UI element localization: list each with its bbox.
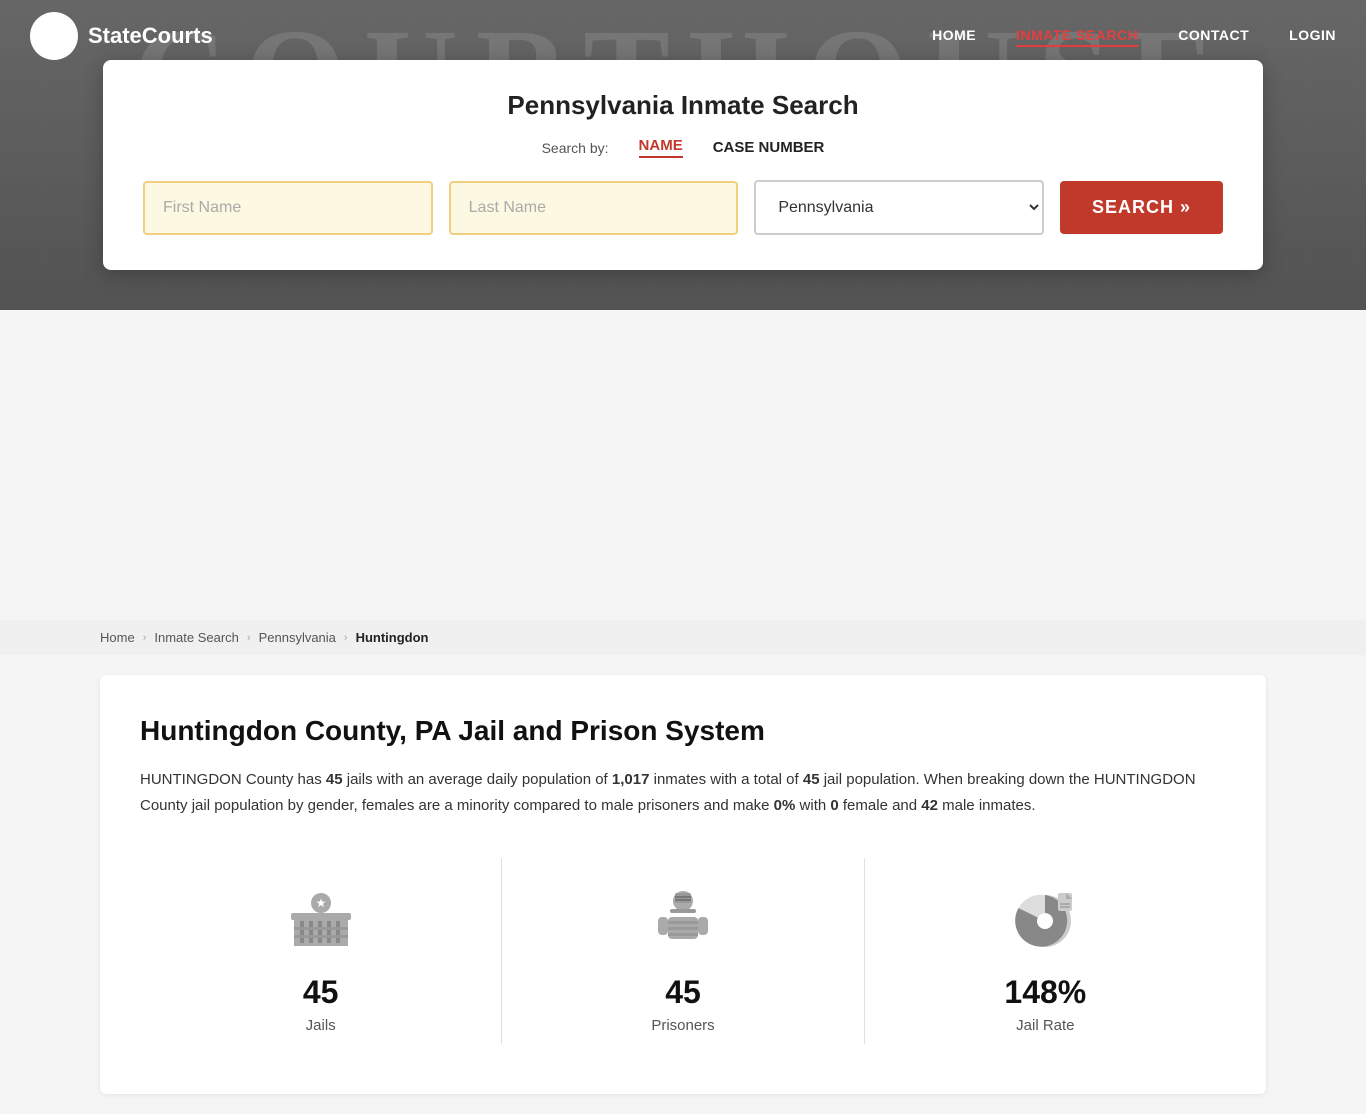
stats-row: ★ 45 Jails [140, 858, 1226, 1044]
site-logo[interactable]: 🏛 StateCourts [30, 12, 213, 60]
chevron-icon-2: › [247, 632, 251, 644]
desc-male-count: 42 [921, 797, 938, 814]
prisoners-svg-icon [648, 883, 718, 953]
header: COURTHOUSE 🏛 StateCourts HOME INMATE SEA… [0, 0, 1366, 310]
nav-home[interactable]: HOME [932, 27, 976, 43]
stat-jail-rate: 148% Jail Rate [865, 858, 1226, 1044]
breadcrumb-inmate-search[interactable]: Inmate Search [154, 630, 239, 645]
jail-rate-icon [1005, 878, 1085, 958]
desc-female-count: 0 [830, 797, 838, 814]
main-content: Huntingdon County, PA Jail and Prison Sy… [100, 675, 1266, 1094]
desc-female-pct: 0% [774, 797, 796, 814]
desc-total-jails: 45 [803, 771, 820, 788]
jails-svg-icon: ★ [286, 883, 356, 953]
jail-rate-number: 148% [1004, 974, 1086, 1011]
desc-before-jails: HUNTINGDON County has [140, 771, 326, 788]
svg-text:★: ★ [315, 896, 326, 910]
search-button[interactable]: SEARCH » [1060, 181, 1223, 234]
stat-jails: ★ 45 Jails [140, 858, 502, 1044]
search-card: Pennsylvania Inmate Search Search by: NA… [103, 60, 1263, 270]
desc-avg-population: 1,017 [612, 771, 650, 788]
nav-login[interactable]: LOGIN [1289, 27, 1336, 43]
stat-prisoners: 45 Prisoners [502, 858, 864, 1044]
breadcrumb-pennsylvania[interactable]: Pennsylvania [259, 630, 336, 645]
search-card-title: Pennsylvania Inmate Search [143, 90, 1223, 121]
desc-after-male: male inmates. [938, 797, 1036, 814]
jails-label: Jails [306, 1017, 336, 1034]
first-name-input[interactable] [143, 181, 433, 235]
breadcrumb-home[interactable]: Home [100, 630, 135, 645]
jail-rate-svg-icon [1010, 883, 1080, 953]
jail-rate-label: Jail Rate [1016, 1017, 1074, 1034]
logo-text: StateCourts [88, 23, 213, 49]
search-by-label: Search by: [542, 140, 609, 156]
logo-icon: 🏛 [30, 12, 78, 60]
search-form: Pennsylvania Alabama Alaska Arizona Arka… [143, 180, 1223, 235]
prisoners-label: Prisoners [651, 1017, 714, 1034]
last-name-input[interactable] [449, 181, 739, 235]
search-tabs: Search by: NAME CASE NUMBER [143, 137, 1223, 158]
prisoners-number: 45 [665, 974, 701, 1011]
chevron-icon-1: › [143, 632, 147, 644]
desc-after-jails: jails with an average daily population o… [343, 771, 612, 788]
county-title: Huntingdon County, PA Jail and Prison Sy… [140, 715, 1226, 747]
nav-contact[interactable]: CONTACT [1178, 27, 1249, 43]
nav-menu: HOME INMATE SEARCH CONTACT LOGIN [932, 27, 1336, 45]
tab-name[interactable]: NAME [639, 137, 683, 158]
desc-after-female-pct: with [795, 797, 830, 814]
jails-icon: ★ [281, 878, 361, 958]
state-select[interactable]: Pennsylvania Alabama Alaska Arizona Arka… [754, 180, 1044, 235]
nav-inmate-search[interactable]: INMATE SEARCH [1016, 27, 1138, 47]
desc-jails-count: 45 [326, 771, 343, 788]
breadcrumb-current: Huntingdon [356, 630, 429, 645]
chevron-icon-3: › [344, 632, 348, 644]
prisoners-icon [643, 878, 723, 958]
breadcrumb: Home › Inmate Search › Pennsylvania › Hu… [0, 620, 1366, 655]
tab-case-number[interactable]: CASE NUMBER [713, 139, 825, 156]
desc-after-female: female and [839, 797, 922, 814]
desc-after-avg: inmates with a total of [649, 771, 802, 788]
county-description: HUNTINGDON County has 45 jails with an a… [140, 767, 1226, 818]
jails-number: 45 [303, 974, 339, 1011]
